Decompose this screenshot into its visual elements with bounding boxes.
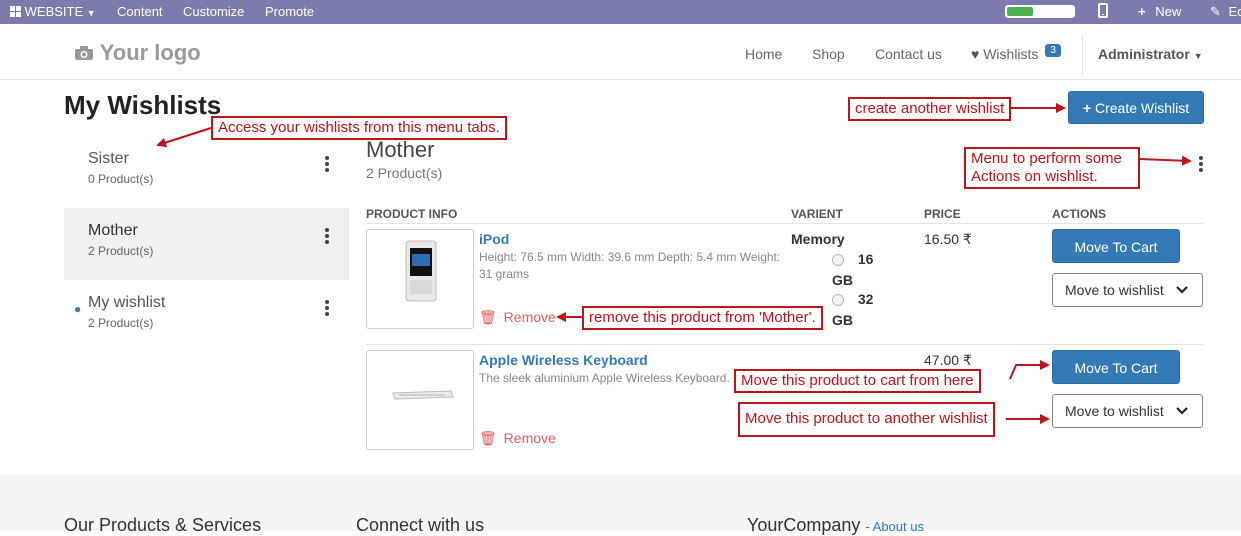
annotation-remove: remove this product from 'Mother'. [582, 306, 823, 330]
annotation-create: create another wishlist [848, 97, 1012, 121]
annotation-move: Move this product to another wishlist [738, 402, 995, 437]
footer-connect-heading: Connect with us [356, 515, 485, 535]
about-us-label: About us [872, 519, 924, 534]
annotation-menu-tabs: Access your wishlists from this menu tab… [211, 116, 507, 140]
annotation-cart: Move this product to cart from here [734, 369, 981, 393]
footer-products-heading: Our Products & Services [64, 515, 262, 535]
company-name: YourCompany [747, 515, 861, 535]
site-footer: Our Products & Services Connect with us … [0, 475, 1241, 535]
footer-company-heading: YourCompany - About us [747, 515, 924, 536]
annotation-line: Actions on wishlist. [971, 168, 1098, 185]
annotation-actions-menu: Menu to perform some Actions on wishlist… [964, 147, 1140, 189]
annotation-line: Menu to perform some [971, 150, 1122, 167]
annotation-arrows [156, 103, 1192, 424]
about-us-link[interactable]: - About us [865, 519, 924, 534]
